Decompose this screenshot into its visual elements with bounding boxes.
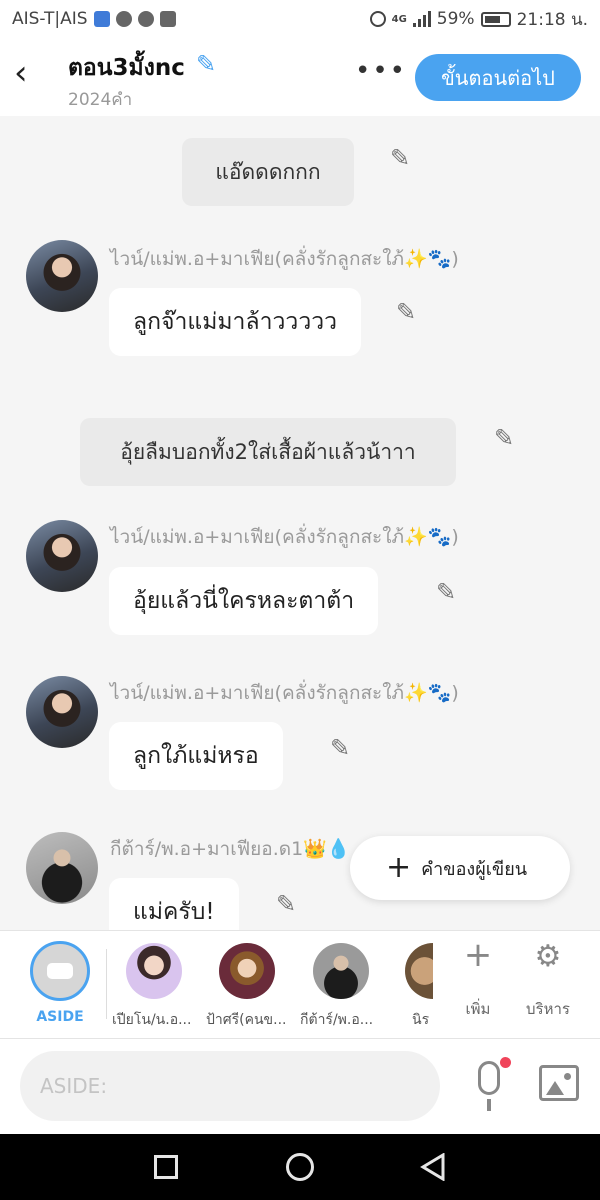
back-triangle-icon[interactable] <box>420 1153 446 1181</box>
message-text: แม่ครับ! <box>133 899 215 925</box>
chat-bubble[interactable]: แม่ครับ! <box>109 878 239 930</box>
message-text: อุ้ยแล้วนี่ใครหละตาต้า <box>133 588 355 614</box>
episode-title: ตอน3มั้งnc <box>68 55 185 81</box>
character-name: กีต้าร์/พ.อ... <box>300 1012 374 1028</box>
gear-icon[interactable]: ⚙ <box>526 939 570 974</box>
aside-input[interactable] <box>20 1051 440 1121</box>
image-icon[interactable] <box>539 1065 579 1101</box>
next-step-button[interactable]: ขั้นตอนต่อไป <box>415 54 581 101</box>
system-nav-bar <box>0 1134 600 1200</box>
avatar[interactable] <box>26 520 98 592</box>
episode-header: ‹ ตอน3มั้งnc ✎ 2024คำ ••• ขั้นตอนต่อไป <box>0 38 600 116</box>
aside-icon[interactable] <box>30 941 90 1001</box>
signal-icon <box>412 11 431 27</box>
edit-pencil-icon[interactable]: ✎ <box>330 734 350 762</box>
chat-bubble[interactable]: อุ้ยแล้วนี่ใครหละตาต้า <box>109 567 379 635</box>
add-character-label: เพิ่ม <box>465 1000 491 1018</box>
character-avatar[interactable] <box>126 943 182 999</box>
author-note-label: คำของผู้เขียน <box>421 858 528 880</box>
chat-area: แอ๊ดดดกกก ✎ ไวน์/แม่พ.อ+มาเฟีย(คลั่งรักล… <box>0 116 600 930</box>
character-avatar[interactable] <box>405 943 433 999</box>
character-avatar[interactable] <box>313 943 369 999</box>
divider <box>106 949 107 1019</box>
messenger-icon <box>115 11 132 27</box>
more-options-icon[interactable]: ••• <box>355 56 407 86</box>
edit-title-pencil-icon[interactable]: ✎ <box>196 50 216 78</box>
alarm-icon <box>369 11 386 27</box>
status-bar: AIS-T|AIS 4G 59% 21:18 น. <box>0 0 600 38</box>
sender-name: ไวน์/แม่พ.อ+มาเฟีย(คลั่งรักลูกสะใภ้✨🐾) <box>110 526 459 548</box>
recent-apps-icon[interactable] <box>154 1155 178 1179</box>
clock: 21:18 น. <box>516 9 588 30</box>
back-arrow-icon[interactable]: ‹ <box>14 56 44 92</box>
character-avatar[interactable] <box>219 943 275 999</box>
plus-icon: + <box>386 850 412 885</box>
character-name: ป้าศรี(คนข... <box>206 1012 287 1028</box>
network-type: 4G <box>391 13 407 25</box>
home-icon[interactable] <box>286 1153 314 1181</box>
avatar[interactable] <box>26 676 98 748</box>
facebook-icon <box>159 11 176 27</box>
author-note-button[interactable]: + คำของผู้เขียน <box>350 836 570 900</box>
shield-icon <box>93 11 110 27</box>
recording-dot <box>500 1057 511 1068</box>
input-row <box>0 1038 600 1134</box>
edit-pencil-icon[interactable]: ✎ <box>396 298 416 326</box>
microphone-icon[interactable] <box>468 1057 511 1113</box>
chat-bubble[interactable]: ลูกจ๊าแม่มาล้าววววว <box>109 288 362 356</box>
edit-pencil-icon[interactable]: ✎ <box>436 578 456 606</box>
chat-bubble[interactable]: ลูกใภ้แม่หรอ <box>109 722 283 790</box>
character-bar: ASIDE เปียโน/น.อ... ป้าศรี(คนข... กีต้าร… <box>0 930 600 1038</box>
edit-pencil-icon[interactable]: ✎ <box>390 144 410 172</box>
character-name: เปียโน/น.อ... <box>112 1012 192 1028</box>
sender-name: ไวน์/แม่พ.อ+มาเฟีย(คลั่งรักลูกสะใภ้✨🐾) <box>110 682 459 704</box>
word-count: 2024คำ <box>68 90 133 110</box>
avatar[interactable] <box>26 240 98 312</box>
sender-name: กีต้าร์/พ.อ+มาเฟียอ.ด1👑💧 <box>110 838 351 860</box>
battery-percent: 59% <box>436 9 475 29</box>
message-text: ลูกใภ้แม่หรอ <box>133 743 259 769</box>
edit-pencil-icon[interactable]: ✎ <box>494 424 514 452</box>
aside-label: ASIDE <box>36 1009 84 1025</box>
message-text: ลูกจ๊าแม่มาล้าววววว <box>133 309 338 335</box>
narration-text: อุ้ยลืมบอกทั้ง2ใส่เสื้อผ้าแล้วน้าาา <box>120 439 416 464</box>
cloud-icon <box>137 11 154 27</box>
edit-pencil-icon[interactable]: ✎ <box>276 890 296 918</box>
narration-text: แอ๊ดดดกกก <box>215 159 321 184</box>
narration-bubble[interactable]: แอ๊ดดดกกก <box>182 138 354 206</box>
character-name: นิร <box>412 1012 430 1028</box>
sender-name: ไวน์/แม่พ.อ+มาเฟีย(คลั่งรักลูกสะใภ้✨🐾) <box>110 248 459 270</box>
add-character-icon[interactable]: + <box>456 935 500 975</box>
manage-label: บริหาร <box>526 1000 570 1018</box>
battery-icon <box>480 11 511 27</box>
carrier-name: AIS-T|AIS <box>12 9 88 29</box>
narration-bubble[interactable]: อุ้ยลืมบอกทั้ง2ใส่เสื้อผ้าแล้วน้าาา <box>80 418 456 486</box>
avatar[interactable] <box>26 832 98 904</box>
